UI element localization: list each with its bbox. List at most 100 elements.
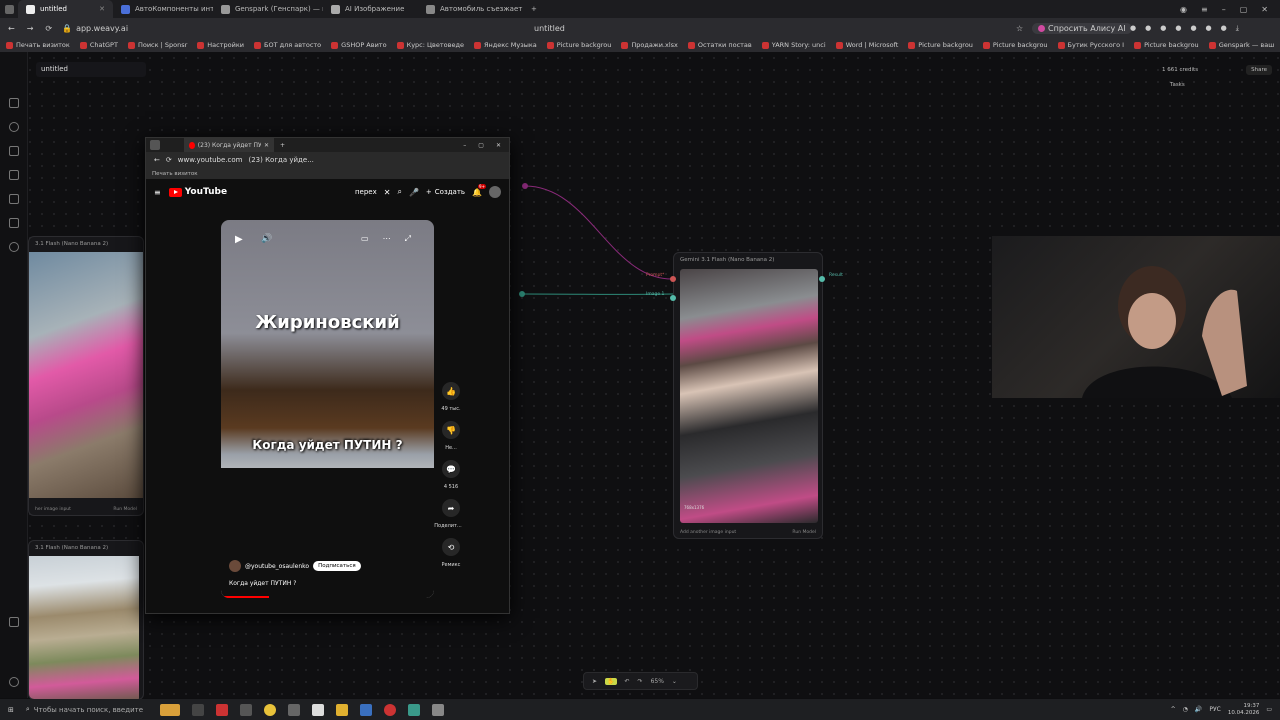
like-button[interactable]: 👍 (442, 382, 460, 400)
bookmark-item[interactable]: Picture backgrou (982, 41, 1048, 49)
reload-icon[interactable]: ⟳ (166, 156, 172, 164)
close-window-icon[interactable]: ✕ (496, 142, 501, 149)
hand-tool-icon[interactable]: ✋ (605, 677, 617, 685)
share-button[interactable]: Share (1246, 65, 1272, 75)
prompt-output-port[interactable] (522, 183, 528, 189)
captions-icon[interactable]: ▭ (361, 234, 369, 244)
layers-icon[interactable] (9, 194, 19, 204)
select-tool-icon[interactable]: ➤ (592, 678, 597, 685)
extension-icon[interactable]: ● (1206, 24, 1212, 33)
extension-icon[interactable]: ● (1130, 24, 1136, 33)
image-node-1[interactable]: 3.1 Flash (Nano Banana 2) her image inpu… (28, 236, 144, 516)
tab-car[interactable]: Автомобиль съезжает с (418, 0, 523, 18)
settings-icon[interactable] (9, 242, 19, 252)
taskbar-search[interactable]: Чтобы начать поиск, введите (34, 706, 154, 714)
close-window-icon[interactable]: ✕ (1261, 5, 1268, 14)
app-icon[interactable] (215, 703, 228, 716)
clear-search-icon[interactable]: ✕ (384, 188, 391, 197)
zoom-level[interactable]: 65% (651, 678, 664, 685)
file-title[interactable]: untitled (36, 62, 146, 77)
back-icon[interactable]: ← (8, 24, 15, 33)
fullscreen-icon[interactable]: ⤢ (405, 234, 411, 244)
bookmark-star-icon[interactable]: ☆ (1016, 24, 1023, 33)
bookmark-item[interactable]: Picture backgrou (908, 41, 973, 49)
bookmark-item[interactable]: Продажи.xlsx (621, 41, 678, 49)
close-tab-icon[interactable]: ✕ (264, 142, 269, 149)
new-tab-button[interactable]: + (523, 0, 541, 18)
chrome-icon[interactable] (263, 703, 276, 716)
image-output-port[interactable] (519, 291, 525, 297)
subscribe-button[interactable]: Подписаться (313, 561, 361, 571)
result-output-port[interactable] (819, 276, 825, 282)
profile-icon[interactable]: ◉ (1180, 5, 1187, 14)
language-indicator[interactable]: РУС (1209, 706, 1220, 713)
download-icon[interactable]: ⤓ (1236, 24, 1239, 33)
minimize-icon[interactable]: – (463, 142, 466, 149)
task-view-icon[interactable] (191, 703, 204, 716)
bookmark-item[interactable]: GSHOP Авито (331, 41, 387, 49)
bookmark-item[interactable]: YARN Story: unci (761, 41, 826, 49)
avatar[interactable] (489, 186, 501, 198)
image-node-2[interactable]: 3.1 Flash (Nano Banana 2) (28, 540, 144, 700)
mic-icon[interactable]: 🎤 (409, 188, 419, 197)
alice-button[interactable]: Спросить Алису AI (1032, 22, 1132, 34)
volume-icon[interactable]: 🔊 (1195, 706, 1202, 713)
clock[interactable]: 19:37 10.04.2026 (1228, 703, 1260, 717)
reload-icon[interactable]: ⟳ (45, 24, 52, 33)
back-icon[interactable]: ← (154, 156, 160, 164)
app-icon[interactable] (431, 703, 444, 716)
start-icon[interactable]: ⊞ (8, 706, 14, 714)
yandex-browser-icon[interactable] (311, 703, 324, 716)
widget-icon[interactable] (159, 703, 180, 716)
app-icon[interactable] (287, 703, 300, 716)
run-model-button[interactable]: Run Model (792, 530, 816, 535)
create-button[interactable]: + Создать (426, 188, 465, 196)
notifications-icon[interactable]: ▭ (1266, 706, 1272, 713)
app-icon[interactable] (359, 703, 372, 716)
bookmark-item[interactable]: Picture backgrou (1134, 41, 1199, 49)
search-input[interactable]: перех (355, 188, 377, 196)
wifi-icon[interactable]: ◔ (1183, 706, 1188, 713)
youtube-logo[interactable]: YouTube (168, 187, 227, 197)
channel-avatar[interactable] (229, 560, 241, 572)
image-input-port[interactable] (670, 295, 676, 301)
comments-button[interactable]: 💬 (442, 460, 460, 478)
undo-icon[interactable]: ↶ (625, 678, 630, 685)
extension-icon[interactable]: ● (1160, 24, 1166, 33)
bookmark-item[interactable]: Genspark — ваш (1208, 41, 1274, 49)
model-icon[interactable] (9, 218, 19, 228)
folder-icon[interactable] (9, 146, 19, 156)
forward-icon[interactable]: → (27, 24, 34, 33)
bookmark-item[interactable]: Печать визиток (6, 41, 70, 49)
more-icon[interactable]: ⋯ (383, 234, 391, 244)
extension-icon[interactable]: ● (1175, 24, 1181, 33)
search-icon[interactable] (9, 98, 19, 108)
channel-name[interactable]: @youtube_osaulenko (245, 563, 309, 570)
tab-ai-image[interactable]: AI Изображение (323, 0, 418, 18)
hamburger-icon[interactable]: ≡ (1201, 5, 1208, 14)
chevron-down-icon[interactable]: ⌄ (672, 678, 677, 685)
volume-icon[interactable]: 🔊 (261, 234, 272, 244)
new-tab-button[interactable]: + (280, 142, 285, 149)
yt-tab[interactable]: (23) Когда уйдет ПУТИН ✕ (184, 138, 274, 152)
bookmark-item[interactable]: Picture backgrou (546, 41, 611, 49)
add-input-button[interactable]: Add another image input (680, 530, 736, 535)
remix-button[interactable]: ⟲ (442, 538, 460, 556)
app-icon[interactable] (407, 703, 420, 716)
url-field[interactable]: www.youtube.com (178, 156, 243, 164)
progress-bar[interactable] (221, 596, 269, 598)
youtube-window[interactable]: (23) Когда уйдет ПУТИН ✕ + – ▢ ✕ ← ⟳ www.y… (145, 137, 510, 614)
tab-untitled[interactable]: untitled ✕ (18, 0, 113, 18)
dislike-button[interactable]: 👎 (442, 421, 460, 439)
app-icon[interactable] (383, 703, 396, 716)
prompt-input-port[interactable] (670, 276, 676, 282)
app-icon[interactable] (239, 703, 252, 716)
bookmark-item[interactable]: Настройки (197, 41, 244, 49)
extension-icon[interactable]: ● (1190, 24, 1196, 33)
browser-menu-icon[interactable] (150, 140, 160, 150)
image-icon[interactable] (9, 170, 19, 180)
help-icon[interactable] (9, 617, 19, 627)
maximize-icon[interactable]: ▢ (1240, 5, 1248, 14)
bookmark-item[interactable]: Курс: Цветоведе (396, 41, 464, 49)
tab-genspark[interactable]: Genspark (Генспарк) — в (213, 0, 323, 18)
